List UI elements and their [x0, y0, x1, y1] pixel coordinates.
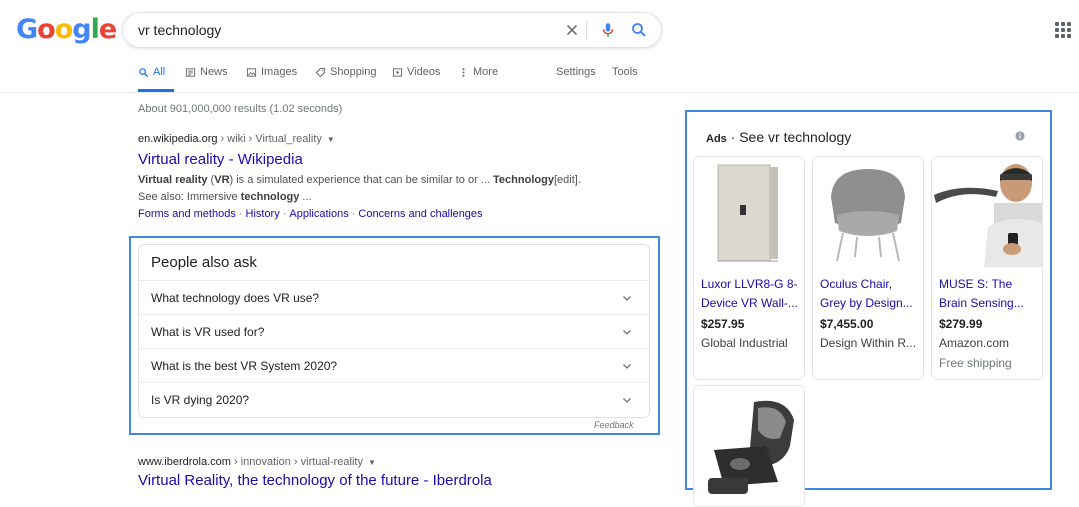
result-stats: About 901,000,000 results (1.02 seconds) [138, 103, 343, 115]
result-domain: en.wikipedia.org [138, 133, 218, 145]
result-title-link[interactable]: Virtual reality - Wikipedia [138, 151, 303, 168]
product-shipping: Free shipping [939, 356, 1012, 370]
result-path: › innovation › virtual-reality [230, 456, 363, 468]
news-icon [185, 68, 196, 77]
chevron-down-icon [623, 330, 631, 335]
tab-news[interactable]: News [185, 66, 228, 92]
product-price: $279.99 [939, 317, 983, 331]
image-icon [246, 68, 257, 77]
paa-question-row[interactable]: What is the best VR System 2020? [139, 348, 649, 383]
logo-letter: e [98, 14, 117, 45]
paa-question: Is VR dying 2020? [151, 393, 250, 407]
tab-label: Images [261, 66, 298, 78]
tab-label: Shopping [330, 66, 377, 78]
feedback-link[interactable]: Feedback [594, 420, 634, 430]
grid-apps-icon[interactable] [1055, 22, 1071, 38]
paa-question-row[interactable]: What is VR used for? [139, 314, 649, 349]
chevron-down-icon [623, 296, 631, 301]
play-icon [392, 68, 403, 77]
tab-label: Tools [612, 66, 638, 78]
product-title[interactable]: Oculus Chair, Grey by Design... [820, 275, 920, 313]
product-image-chair [813, 157, 923, 267]
search-divider [586, 21, 587, 39]
tab-label: Videos [407, 66, 441, 78]
result-snippet: Virtual reality (VR) is a simulated expe… [138, 172, 603, 206]
snippet-bold: Virtual reality [138, 174, 208, 186]
result-breadcrumb[interactable]: www.iberdrola.com › innovation › virtual… [138, 456, 376, 468]
paa-question-row[interactable]: Is VR dying 2020? [139, 382, 649, 417]
product-image-headband [932, 157, 1042, 267]
result-sitelinks: Forms and methods · History · Applications · C… [138, 208, 483, 220]
paa-heading: People also ask [151, 254, 257, 271]
tab-tools[interactable]: Tools [612, 66, 638, 92]
ads-tag: Ads [706, 133, 727, 145]
result-path: › wiki › Virtual_reality [217, 133, 322, 145]
google-logo[interactable]: Google [16, 14, 117, 45]
tab-label: Settings [556, 66, 596, 78]
header-divider [0, 92, 1079, 93]
ads-label: · See vr technology [726, 129, 852, 145]
search-input[interactable] [138, 20, 538, 40]
tab-label: All [153, 66, 166, 78]
people-also-ask: People also ask What technology does VR … [138, 244, 650, 418]
sitelink[interactable]: History [246, 208, 280, 220]
search-box[interactable] [122, 12, 662, 48]
product-price: $7,455.00 [820, 317, 874, 331]
chevron-down-icon [623, 398, 631, 403]
tab-label: More [473, 66, 499, 78]
result-domain: www.iberdrola.com [138, 456, 231, 468]
sitelink[interactable]: Concerns and challenges [358, 208, 482, 220]
snippet-text: ) is a simulated experience that can be … [229, 174, 494, 186]
search-icon[interactable] [630, 21, 648, 39]
search-icon [139, 68, 149, 78]
product-image-massage-chair [694, 386, 804, 496]
product-card[interactable] [693, 385, 805, 507]
tab-label: News [200, 66, 228, 78]
product-image-wall-cabinet [694, 157, 804, 267]
product-title[interactable]: MUSE S: The Brain Sensing... [939, 275, 1039, 313]
product-price: $257.95 [701, 317, 745, 331]
product-card[interactable]: Luxor LLVR8-G 8-Device VR Wall-... $257.… [693, 156, 805, 380]
product-store: Design Within R... [820, 336, 917, 350]
product-card[interactable]: Oculus Chair, Grey by Design... $7,455.0… [812, 156, 924, 380]
paa-question: What is the best VR System 2020? [151, 359, 338, 373]
logo-letter: o [54, 14, 74, 45]
tab-shopping[interactable]: Shopping [315, 66, 377, 92]
microphone-icon[interactable] [599, 21, 617, 39]
logo-letter: G [16, 14, 38, 45]
sitelink[interactable]: Forms and methods [138, 208, 236, 220]
caret-down-icon[interactable]: ▼ [368, 458, 376, 467]
more-vert-icon [462, 68, 465, 77]
snippet-text: ... [299, 191, 312, 203]
chevron-down-icon [623, 364, 631, 369]
sitelink[interactable]: Applications [289, 208, 348, 220]
logo-letter: o [37, 14, 56, 45]
info-icon[interactable] [1015, 131, 1025, 141]
snippet-bold: Technology [493, 174, 554, 186]
close-icon[interactable] [563, 21, 581, 39]
paa-question: What is VR used for? [151, 325, 265, 339]
product-store: Amazon.com [939, 336, 1010, 350]
result-breadcrumb[interactable]: en.wikipedia.org › wiki › Virtual_realit… [138, 133, 335, 145]
snippet-bold: technology [240, 191, 300, 203]
product-card[interactable]: MUSE S: The Brain Sensing... $279.99 Ama… [931, 156, 1043, 380]
tab-settings[interactable]: Settings [556, 66, 596, 92]
paa-question-row[interactable]: What technology does VR use? [139, 280, 649, 315]
result-title-link[interactable]: Virtual Reality, the technology of the f… [138, 472, 492, 489]
product-store: Global Industrial [701, 336, 788, 350]
snippet-bold: VR [214, 174, 230, 186]
caret-down-icon[interactable]: ▼ [327, 135, 335, 144]
ads-heading: Ads · See vr technology [706, 129, 851, 145]
tab-images[interactable]: Images [246, 66, 297, 92]
logo-letter: l [90, 14, 100, 45]
tab-videos[interactable]: Videos [392, 66, 440, 92]
tag-icon [315, 67, 326, 78]
paa-question: What technology does VR use? [151, 291, 320, 305]
product-title[interactable]: Luxor LLVR8-G 8-Device VR Wall-... [701, 275, 801, 313]
logo-letter: g [72, 14, 91, 45]
tab-more[interactable]: More [458, 66, 498, 92]
